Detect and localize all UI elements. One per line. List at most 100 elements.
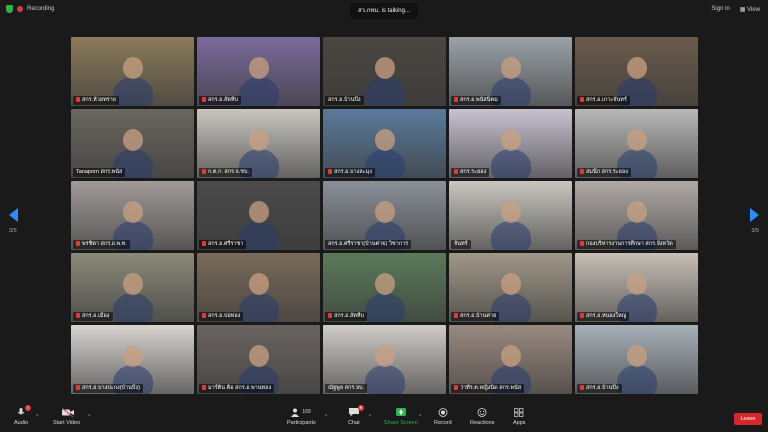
participant-video-tile[interactable]: สกร.อ.สัตหีบ <box>197 37 320 106</box>
participant-head <box>501 273 521 295</box>
participant-video-tile[interactable]: สกร.อ.บ้านบึง <box>323 37 446 106</box>
muted-microphone-icon <box>580 241 584 246</box>
participant-name: ว่าที่ร.ต.หญิงนิด สกร.พนัส <box>460 385 522 391</box>
page-indicator-left: 3/5 <box>9 228 17 234</box>
audio-options-caret-icon[interactable]: ^ <box>36 414 38 420</box>
previous-page-arrow-icon[interactable] <box>9 208 18 222</box>
participants-icon: 169 <box>290 408 312 417</box>
apps-icon <box>514 408 524 417</box>
participant-head <box>375 201 395 223</box>
participant-head <box>627 273 647 295</box>
chat-label: Chat <box>348 420 360 426</box>
participant-name: จันทร์ <box>454 241 468 247</box>
page-indicator-right: 3/5 <box>751 228 759 234</box>
muted-microphone-icon <box>454 313 458 318</box>
reactions-button[interactable]: Reactions <box>470 408 494 426</box>
chat-button[interactable]: 9 Chat <box>348 405 364 426</box>
participant-video-tile[interactable]: สกร.อ.บางปะกง(บ้านบึง) <box>71 325 194 394</box>
chat-options-caret-icon[interactable]: ^ <box>369 414 371 420</box>
apps-button[interactable]: Apps <box>513 408 526 426</box>
participant-head <box>501 57 521 79</box>
shield-icon[interactable] <box>6 5 13 13</box>
audio-label: Audio <box>14 420 29 426</box>
participant-name: สกร.อ.ศรีราชา <box>208 241 244 247</box>
share-options-caret-icon[interactable]: ^ <box>419 414 421 420</box>
participant-name: กองบริหารงานการศึกษา สกร.จังหวัด <box>586 241 673 247</box>
participant-video-tile[interactable]: สกร.อ.สัตหีบ <box>323 253 446 322</box>
participant-name: สกร.อ.เมือง <box>82 313 110 319</box>
participant-video-tile[interactable]: ว่าที่ร.ต.หญิงนิด สกร.พนัส <box>449 325 572 394</box>
chat-badge: 9 <box>357 405 364 411</box>
muted-microphone-icon <box>580 97 584 102</box>
participant-head <box>627 345 647 367</box>
participant-name-label: สกร.อ.สัตหีบ <box>325 312 368 321</box>
participant-video-tile[interactable]: กองบริหารงานการศึกษา สกร.จังหวัด <box>575 181 698 250</box>
participant-video-tile[interactable]: สกร.อ.บ้านค่าย <box>449 253 572 322</box>
record-icon <box>438 408 448 417</box>
top-bar: Recording สว.กทม. is talking... Sign in … <box>0 0 768 22</box>
participant-head <box>501 345 521 367</box>
participant-video-tile[interactable]: สกร.อ.ศรีราชา <box>197 181 320 250</box>
participant-video-tile[interactable]: สกร.อ.เกาะจันทร์ <box>575 37 698 106</box>
participant-silhouette <box>491 149 531 178</box>
muted-microphone-icon <box>202 97 206 102</box>
participant-name-label: สกร.อ.เกาะจันทร์ <box>577 96 630 105</box>
participant-name-label: สกร.ระยอง <box>451 168 490 177</box>
participant-head <box>249 345 269 367</box>
muted-microphone-icon <box>202 385 206 390</box>
participant-name: ก.ต.ก. สกร.จ.ชบ. <box>208 169 250 175</box>
participant-name: สกร.อ.บางละมุง <box>334 169 372 175</box>
participant-head <box>501 129 521 151</box>
participant-video-tile[interactable]: สกร.อ.หนองใหญ่ <box>575 253 698 322</box>
participant-head <box>123 201 143 223</box>
sign-in-link[interactable]: Sign in <box>711 6 729 13</box>
participant-video-tile[interactable]: สกร.อ.พนัสนิคม <box>449 37 572 106</box>
muted-microphone-icon <box>76 97 80 102</box>
participant-video-tile[interactable]: ณัฐพูล สกร.จบ. <box>323 325 446 394</box>
record-button[interactable]: Record <box>434 408 452 426</box>
next-page-arrow-icon[interactable] <box>750 208 759 222</box>
participant-head <box>123 345 143 367</box>
participant-head <box>249 201 269 223</box>
participant-head <box>249 57 269 79</box>
participant-name-label: สกร.ห้วยทราย <box>73 96 119 105</box>
participant-video-tile[interactable]: จันทร์ <box>449 181 572 250</box>
participant-video-tile[interactable]: สกร.อ.บางละมุง <box>323 109 446 178</box>
participant-video-tile[interactable]: ก.ต.ก. สกร.จ.ชบ. <box>197 109 320 178</box>
participant-video-tile[interactable]: Tanaporn สกร.พนัส <box>71 109 194 178</box>
participant-video-tile[interactable]: มาร์ติน คิอ สกร.อ.พานทอง <box>197 325 320 394</box>
participant-head <box>375 57 395 79</box>
view-menu[interactable]: ▦ View <box>740 6 760 13</box>
muted-microphone-icon <box>328 313 332 318</box>
video-options-caret-icon[interactable]: ^ <box>88 414 90 420</box>
start-video-button[interactable]: Start Video <box>53 407 80 426</box>
participant-name: สกร.อ.สัตหีบ <box>208 97 239 103</box>
participants-count: 169 <box>302 409 311 415</box>
participant-video-tile[interactable]: สกร.อ.บ่อทอง <box>197 253 320 322</box>
participant-video-tile[interactable]: สกร.อ.ศรีราชา(บ้านค่าย) วิชาการ <box>323 181 446 250</box>
participant-name-label: สกร.อ.เมือง <box>73 312 113 321</box>
participant-video-tile[interactable]: สกร.ห้วยทราย <box>71 37 194 106</box>
leave-button[interactable]: Leave <box>734 413 762 425</box>
participant-silhouette <box>365 293 405 322</box>
participant-video-tile[interactable]: สกร.ระยอง <box>449 109 572 178</box>
participant-video-tile[interactable]: สมนึก สกร.ระยอง <box>575 109 698 178</box>
participant-video-tile[interactable]: สกร.อ.เมือง <box>71 253 194 322</box>
participant-head <box>375 273 395 295</box>
participant-name-label: สมนึก สกร.ระยอง <box>577 168 631 177</box>
participant-head <box>627 201 647 223</box>
participant-name-label: พรชิตา สกร.อ.พ.ท. <box>73 240 130 249</box>
participant-head <box>249 273 269 295</box>
participant-name-label: Tanaporn สกร.พนัส <box>73 168 126 177</box>
participant-video-tile[interactable]: สกร.อ.บ้านบึง <box>575 325 698 394</box>
muted-microphone-icon <box>328 169 332 174</box>
participant-silhouette <box>239 293 279 322</box>
audio-button[interactable]: ! Audio <box>14 405 32 426</box>
participant-name: สกร.อ.ศรีราชา(บ้านค่าย) วิชาการ <box>328 241 409 247</box>
participants-options-caret-icon[interactable]: ^ <box>325 414 327 420</box>
participant-silhouette <box>113 293 153 322</box>
participant-video-tile[interactable]: พรชิตา สกร.อ.พ.ท. <box>71 181 194 250</box>
share-screen-button[interactable]: Share Screen <box>384 408 418 426</box>
participants-button[interactable]: 169 Participants <box>287 408 316 426</box>
participant-name: สกร.อ.บ้านค่าย <box>460 313 497 319</box>
